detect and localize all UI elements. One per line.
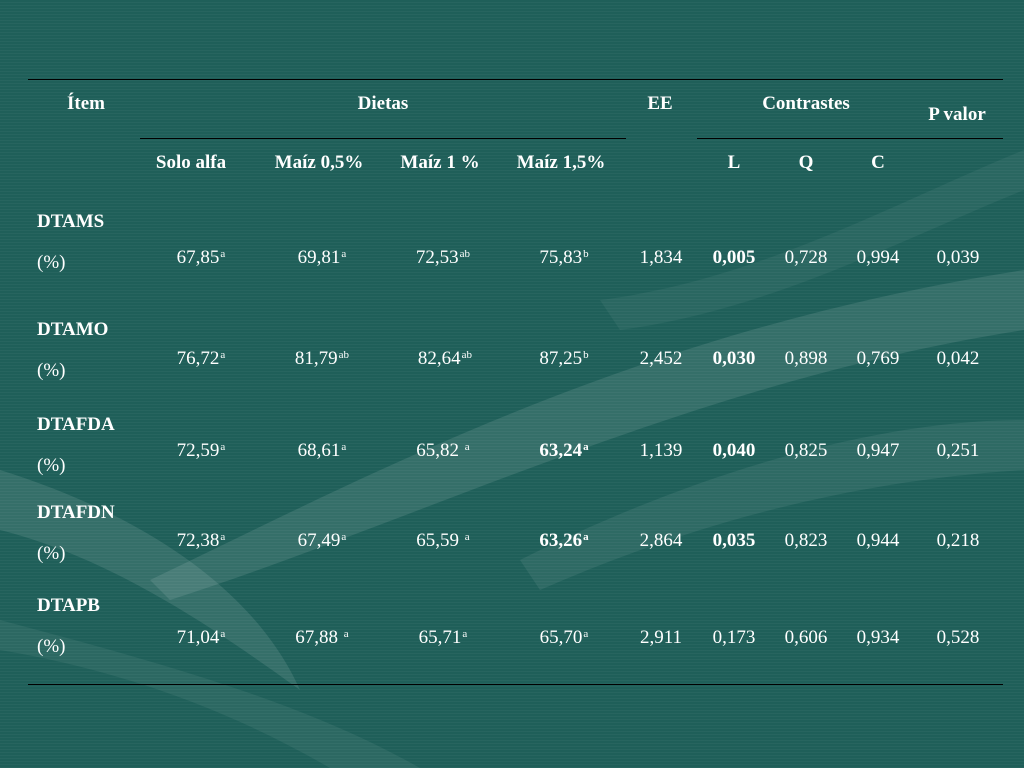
- row-label: DTAMS: [37, 211, 105, 232]
- cell-ee: 2,864: [639, 530, 683, 551]
- cell-maiz-15: 87,25b: [539, 348, 589, 369]
- cell-maiz-05: 67,88 a: [295, 627, 349, 648]
- row-unit: (%): [37, 360, 66, 381]
- cell-maiz-15: 63,26a: [539, 530, 589, 551]
- cell-contrast-q: 0,823: [784, 530, 828, 551]
- cell-contrast-c: 0,947: [856, 440, 900, 461]
- cell-contrast-c: 0,934: [856, 627, 900, 648]
- cell-contrast-c: 0,994: [856, 247, 900, 268]
- cell-contrast-c: 0,769: [856, 348, 900, 369]
- cell-ee: 1,834: [639, 247, 683, 268]
- cell-contrast-l: 0,030: [712, 348, 756, 369]
- cell-solo-alfa: 72,59a: [176, 440, 226, 461]
- cell-solo-alfa: 72,38a: [176, 530, 226, 551]
- header-dietas: Dietas: [357, 93, 409, 114]
- row-label: DTAFDN: [37, 502, 115, 523]
- header-l: L: [727, 152, 741, 173]
- header-maiz-05: Maíz 0,5%: [274, 152, 364, 173]
- cell-p-valor: 0,251: [936, 440, 980, 461]
- header-maiz-15: Maíz 1,5%: [516, 152, 606, 173]
- row-label: DTAFDA: [37, 414, 115, 435]
- cell-contrast-q: 0,825: [784, 440, 828, 461]
- cell-maiz-15: 75,83b: [539, 247, 589, 268]
- header-solo-alfa: Solo alfa: [155, 152, 227, 173]
- cell-p-valor: 0,039: [936, 247, 980, 268]
- background-swoosh-graphic: [0, 150, 1024, 768]
- header-c: C: [871, 152, 885, 173]
- header-contrastes: Contrastes: [762, 93, 850, 114]
- cell-ee: 1,139: [639, 440, 683, 461]
- cell-maiz-05: 68,61a: [297, 440, 347, 461]
- cell-contrast-q: 0,728: [784, 247, 828, 268]
- cell-contrast-q: 0,606: [784, 627, 828, 648]
- dietas-underline: [140, 138, 626, 139]
- cell-maiz-15: 65,70a: [539, 627, 589, 648]
- cell-p-valor: 0,528: [936, 627, 980, 648]
- cell-contrast-l: 0,173: [712, 627, 756, 648]
- header-q: Q: [798, 152, 814, 173]
- cell-maiz-1: 82,64ab: [417, 348, 473, 369]
- cell-p-valor: 0,218: [936, 530, 980, 551]
- cell-maiz-05: 67,49a: [297, 530, 347, 551]
- row-label: DTAMO: [37, 319, 109, 340]
- cell-ee: 2,911: [639, 627, 683, 648]
- table-top-rule: [28, 79, 1003, 80]
- cell-contrast-l: 0,035: [712, 530, 756, 551]
- row-unit: (%): [37, 252, 66, 273]
- row-unit: (%): [37, 543, 66, 564]
- header-ee: EE: [647, 93, 673, 114]
- cell-maiz-05: 81,79ab: [294, 348, 350, 369]
- table-bottom-rule: [28, 684, 1003, 685]
- cell-maiz-1: 65,71a: [418, 627, 468, 648]
- cell-solo-alfa: 76,72a: [176, 348, 226, 369]
- cell-solo-alfa: 67,85a: [176, 247, 226, 268]
- cell-p-valor: 0,042: [936, 348, 980, 369]
- header-item: Ítem: [67, 93, 105, 114]
- cell-solo-alfa: 71,04a: [176, 627, 226, 648]
- header-p-valor: P valor: [928, 104, 986, 125]
- cell-maiz-1: 65,59 a: [416, 530, 470, 551]
- cell-ee: 2,452: [639, 348, 683, 369]
- cell-maiz-1: 65,82 a: [416, 440, 470, 461]
- contrastes-underline: [697, 138, 1003, 139]
- cell-contrast-c: 0,944: [856, 530, 900, 551]
- row-unit: (%): [37, 455, 66, 476]
- header-maiz-1: Maíz 1 %: [400, 152, 480, 173]
- cell-contrast-l: 0,040: [712, 440, 756, 461]
- cell-maiz-05: 69,81a: [297, 247, 347, 268]
- cell-maiz-15: 63,24a: [539, 440, 589, 461]
- row-unit: (%): [37, 636, 66, 657]
- row-label: DTAPB: [37, 595, 100, 616]
- cell-maiz-1: 72,53ab: [415, 247, 471, 268]
- cell-contrast-q: 0,898: [784, 348, 828, 369]
- cell-contrast-l: 0,005: [712, 247, 756, 268]
